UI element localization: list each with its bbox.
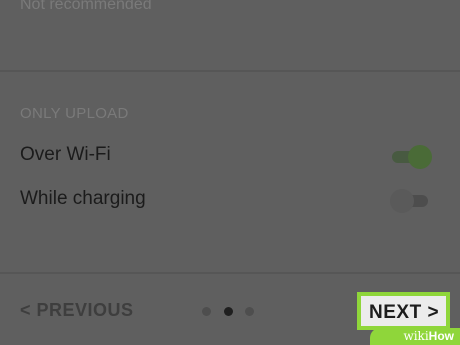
section-divider <box>0 70 460 72</box>
while-charging-toggle[interactable] <box>390 189 430 213</box>
next-button-label: NEXT > <box>369 302 440 323</box>
page-dot-3 <box>245 307 254 316</box>
next-button[interactable]: NEXT > <box>357 292 450 330</box>
toggle-knob <box>408 145 432 169</box>
setting-row-while-charging[interactable]: While charging <box>0 179 460 219</box>
previous-button[interactable]: < PREVIOUS <box>20 300 134 321</box>
over-wifi-toggle[interactable] <box>390 145 432 169</box>
page-dot-2-active <box>224 307 233 316</box>
setting-row-over-wifi[interactable]: Over Wi-Fi <box>0 135 460 175</box>
page-dot-1 <box>202 307 211 316</box>
not-recommended-note: Not recommended <box>20 0 152 13</box>
toggle-knob <box>390 189 414 213</box>
watermark-how-text: How <box>428 329 454 343</box>
while-charging-label: While charging <box>20 188 146 209</box>
upload-settings-screen: Not recommended ONLY UPLOAD Over Wi-Fi W… <box>0 0 460 345</box>
only-upload-header: ONLY UPLOAD <box>20 105 129 122</box>
over-wifi-label: Over Wi-Fi <box>20 144 111 165</box>
wikihow-watermark: wikiHow <box>370 328 460 345</box>
page-indicator <box>202 307 262 317</box>
watermark-wiki-text: wiki <box>403 329 429 343</box>
